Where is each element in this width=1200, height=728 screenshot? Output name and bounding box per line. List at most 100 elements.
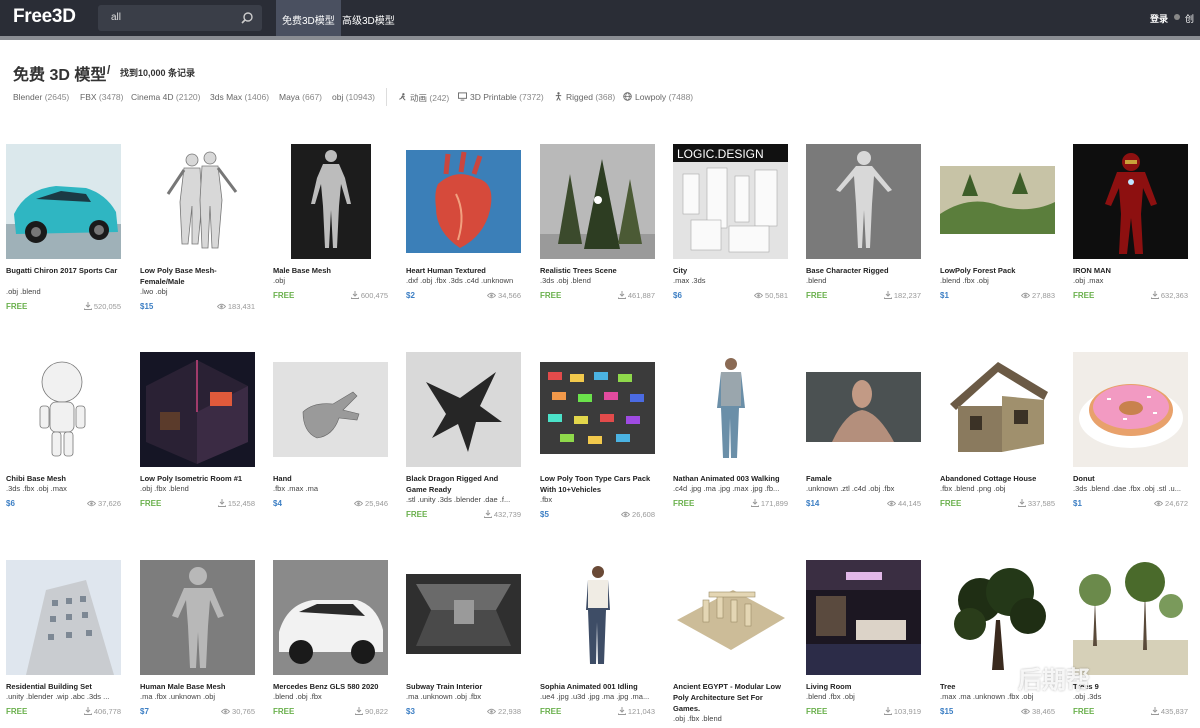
filter-3dprintable[interactable]: 3D Printable (7372) xyxy=(458,92,544,102)
model-thumbnail[interactable] xyxy=(140,352,255,467)
model-thumbnail[interactable] xyxy=(273,352,388,467)
model-title[interactable]: Heart Human Textured xyxy=(406,265,521,276)
model-thumbnail[interactable] xyxy=(1073,352,1188,467)
model-title[interactable]: Black Dragon Rigged And Game Ready xyxy=(406,473,521,495)
trees9-image xyxy=(1073,560,1188,675)
model-thumbnail[interactable] xyxy=(273,560,388,675)
model-thumbnail[interactable] xyxy=(1073,560,1188,675)
search-input[interactable]: all xyxy=(111,12,121,23)
model-title[interactable]: Abandoned Cottage House xyxy=(940,473,1055,484)
model-thumbnail[interactable] xyxy=(806,352,921,467)
model-price: FREE xyxy=(406,510,428,519)
model-formats: .fbx .max .ma xyxy=(273,484,319,493)
filter-lowpoly[interactable]: Lowpoly (7488) xyxy=(623,92,693,102)
model-thumbnail[interactable] xyxy=(540,144,655,259)
model-thumbnail[interactable] xyxy=(940,352,1055,467)
subway-image xyxy=(406,560,521,675)
model-thumbnail[interactable] xyxy=(273,144,388,259)
model-formats: .ma .fbx .unknown .obj xyxy=(140,692,216,701)
monitor-icon xyxy=(458,92,467,101)
model-title[interactable]: Donut xyxy=(1073,473,1188,484)
model-title[interactable]: Trees 9 xyxy=(1073,681,1188,692)
download-icon xyxy=(83,707,93,715)
model-thumbnail[interactable] xyxy=(406,352,521,467)
model-thumbnail[interactable] xyxy=(940,144,1055,259)
model-title[interactable]: Low Poly Isometric Room #1 xyxy=(140,473,255,484)
model-thumbnail[interactable] xyxy=(6,560,121,675)
model-thumbnail[interactable] xyxy=(1073,144,1188,259)
filter-fbx[interactable]: FBX (3478) xyxy=(80,92,123,102)
model-title[interactable]: City xyxy=(673,265,788,276)
room-image xyxy=(140,352,255,467)
model-title[interactable]: Subway Train Interior xyxy=(406,681,521,692)
tab-free-models[interactable]: 免费3D模型 xyxy=(276,0,341,36)
model-thumbnail[interactable] xyxy=(406,144,521,259)
model-title[interactable]: Ancient EGYPT - Modular Low Poly Archite… xyxy=(673,681,788,714)
filter-rigged[interactable]: Rigged (368) xyxy=(554,92,615,102)
filter-obj[interactable]: obj (10943) xyxy=(332,92,375,102)
model-title[interactable]: Bugatti Chiron 2017 Sports Car xyxy=(6,265,121,276)
model-title[interactable]: Hand xyxy=(273,473,388,484)
eye-icon xyxy=(620,511,631,518)
globe-icon xyxy=(623,92,632,101)
model-thumbnail[interactable] xyxy=(140,144,255,259)
tab-premium-models[interactable]: 高级3D模型 xyxy=(336,0,401,36)
create-link[interactable]: 创 xyxy=(1185,12,1194,25)
city-image: LOGIC.DESIGN xyxy=(673,144,788,259)
model-formats: .3ds .fbx .obj .max xyxy=(6,484,67,493)
model-thumbnail[interactable] xyxy=(673,560,788,675)
model-title[interactable]: Living Room xyxy=(806,681,921,692)
model-title[interactable]: Realistic Trees Scene xyxy=(540,265,655,276)
logo[interactable]: Free3D xyxy=(13,6,76,28)
living-image xyxy=(806,560,921,675)
filter-blender[interactable]: Blender (2645) xyxy=(13,92,69,102)
ironman-image xyxy=(1073,144,1188,259)
model-stat: 30,765 xyxy=(220,707,255,716)
filter-3dsmax[interactable]: 3ds Max (1406) xyxy=(210,92,269,102)
model-title[interactable]: Residential Building Set xyxy=(6,681,121,692)
model-thumbnail[interactable] xyxy=(806,144,921,259)
model-title[interactable]: Male Base Mesh xyxy=(273,265,388,276)
model-title[interactable]: Human Male Base Mesh xyxy=(140,681,255,692)
model-title[interactable]: Sophia Animated 001 Idling xyxy=(540,681,655,692)
model-thumbnail[interactable] xyxy=(406,560,521,675)
filter-animated[interactable]: 动画 (242) xyxy=(398,92,449,104)
model-price: FREE xyxy=(940,499,962,508)
model-thumbnail[interactable] xyxy=(6,352,121,467)
download-icon xyxy=(617,707,627,715)
model-stat: 50,581 xyxy=(753,291,788,300)
model-thumbnail[interactable] xyxy=(6,144,121,259)
model-thumbnail[interactable] xyxy=(140,560,255,675)
model-price: $1 xyxy=(1073,499,1082,508)
model-title[interactable]: Base Character Rigged xyxy=(806,265,921,276)
model-title[interactable]: Chibi Base Mesh xyxy=(6,473,121,484)
model-title[interactable]: Low Poly Base Mesh-Female/Male xyxy=(140,265,255,287)
model-thumbnail[interactable] xyxy=(540,560,655,675)
filter-maya[interactable]: Maya (667) xyxy=(279,92,322,102)
model-title[interactable]: LowPoly Forest Pack xyxy=(940,265,1055,276)
model-stat-value: 25,946 xyxy=(365,499,388,508)
search-icon[interactable] xyxy=(240,11,254,25)
login-link[interactable]: 登录 xyxy=(1150,12,1168,25)
model-title[interactable]: Nathan Animated 003 Walking xyxy=(673,473,788,484)
search-box[interactable]: all xyxy=(98,5,262,31)
filter-cinema4d[interactable]: Cinema 4D (2120) xyxy=(131,92,200,102)
model-thumbnail[interactable] xyxy=(540,352,655,467)
model-price: $7 xyxy=(140,707,149,716)
male-dark-image xyxy=(273,144,388,259)
model-formats: .stl .unity .3ds .blender .dae .f... xyxy=(406,495,511,504)
nathan-image xyxy=(673,352,788,467)
result-count: 找到10,000 条记录 xyxy=(120,68,196,78)
model-title[interactable]: Famale xyxy=(806,473,921,484)
model-stat: 183,431 xyxy=(216,302,255,311)
model-thumbnail[interactable] xyxy=(940,560,1055,675)
model-title[interactable]: Low Poly Toon Type Cars Pack With 10+Veh… xyxy=(540,473,655,495)
model-thumbnail[interactable] xyxy=(806,560,921,675)
top-navbar: Free3D all 免费3D模型 高级3D模型 登录 创 xyxy=(0,0,1200,40)
model-title[interactable]: IRON MAN xyxy=(1073,265,1188,276)
model-stat: 600,475 xyxy=(350,291,388,300)
model-thumbnail[interactable]: LOGIC.DESIGN xyxy=(673,144,788,259)
model-thumbnail[interactable] xyxy=(673,352,788,467)
download-icon xyxy=(483,510,493,518)
model-title[interactable]: Mercedes Benz GLS 580 2020 xyxy=(273,681,388,692)
